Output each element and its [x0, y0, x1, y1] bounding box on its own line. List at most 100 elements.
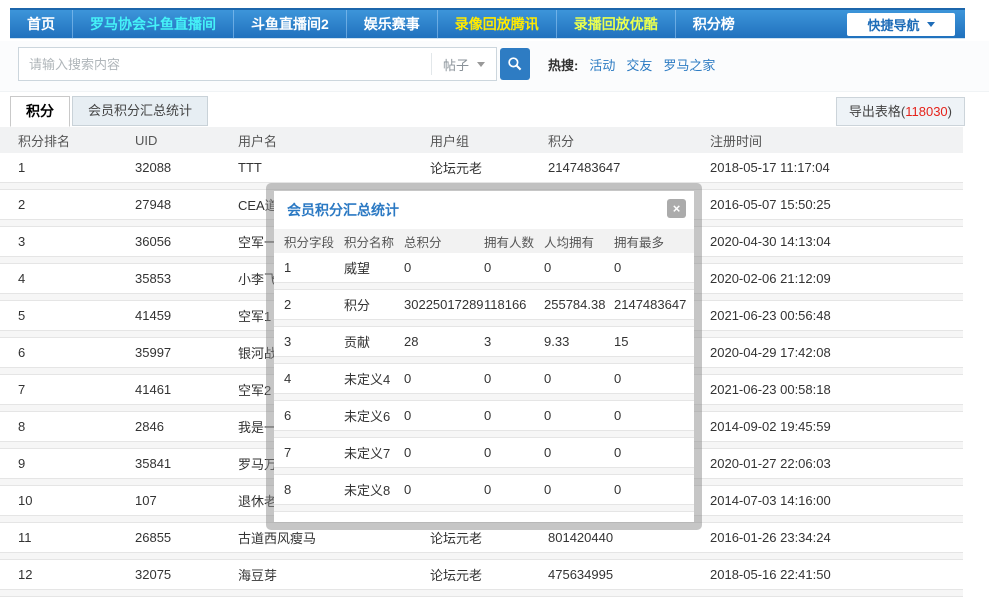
header-regtime: 注册时间 — [710, 131, 963, 150]
mcell-average: 9.33 — [544, 334, 614, 349]
cell-rank: 9 — [18, 456, 135, 471]
tab-points[interactable]: 积分 — [10, 96, 70, 127]
cell-rank: 3 — [18, 234, 135, 249]
cell-regtime: 2014-07-03 14:16:00 — [710, 493, 963, 508]
mcell-name: 积分 — [344, 295, 404, 314]
nav-item[interactable]: 积分榜 — [675, 10, 752, 39]
cell-uid: 26855 — [135, 530, 238, 545]
modal-dialog: 会员积分汇总统计 × 积分字段 积分名称 总积分 拥有人数 人均拥有 拥有最多 … — [274, 191, 694, 522]
mcell-name: 贡献 — [344, 332, 404, 351]
modal-table-row: 2 积分 30225017289 118166 255784.38 214748… — [274, 290, 694, 319]
cell-points: 801420440 — [548, 530, 710, 545]
cell-username[interactable]: 古道西风瘦马 — [238, 528, 430, 547]
hot-search: 热搜: 活动交友罗马之家 — [548, 55, 715, 74]
export-label-suffix: ) — [948, 104, 952, 119]
modal-close-button[interactable]: × — [667, 199, 686, 218]
cell-regtime: 2016-01-26 23:34:24 — [710, 530, 963, 545]
cell-rank: 8 — [18, 419, 135, 434]
modal-row-separator — [274, 393, 694, 401]
mcell-field: 8 — [284, 482, 344, 497]
cell-rank: 2 — [18, 197, 135, 212]
cell-regtime: 2020-02-06 21:12:09 — [710, 271, 963, 286]
mcell-average: 0 — [544, 408, 614, 423]
cell-regtime: 2014-09-02 19:45:59 — [710, 419, 963, 434]
mcell-average: 0 — [544, 371, 614, 386]
chevron-down-icon — [477, 62, 485, 67]
modal-table-row: 4 未定义4 0 0 0 0 — [274, 364, 694, 393]
mcell-field: 3 — [284, 334, 344, 349]
tab-member-points-summary[interactable]: 会员积分汇总统计 — [72, 96, 208, 126]
mcell-max: 2147483647 — [614, 297, 694, 312]
cell-regtime: 2020-04-30 14:13:04 — [710, 234, 963, 249]
search-input[interactable] — [19, 49, 431, 79]
mcell-name: 未定义6 — [344, 406, 404, 425]
quick-nav-label: 快捷导航 — [867, 15, 919, 34]
cell-uid: 2846 — [135, 419, 238, 434]
cell-regtime: 2018-05-16 22:41:50 — [710, 567, 963, 582]
modal-table-row: 3 贡献 28 3 9.33 15 — [274, 327, 694, 356]
chevron-down-icon — [927, 22, 935, 27]
cell-uid: 36056 — [135, 234, 238, 249]
mcell-field: 1 — [284, 260, 344, 275]
mcell-average: 0 — [544, 260, 614, 275]
hot-search-label: 热搜: — [548, 55, 578, 74]
modal-title: 会员积分汇总统计 — [274, 191, 694, 229]
nav-item[interactable]: 斗鱼直播间2 — [233, 10, 346, 39]
nav-item[interactable]: 录像回放腾讯 — [437, 10, 556, 39]
export-table-button[interactable]: 导出表格(118030) — [836, 97, 965, 126]
search-box: 帖子 — [18, 47, 497, 81]
hot-search-link[interactable]: 罗马之家 — [663, 55, 715, 74]
tabs-row: 积分 会员积分汇总统计 导出表格(118030) — [10, 96, 965, 126]
mcell-name: 未定义7 — [344, 443, 404, 462]
table-header-row: 积分排名 UID 用户名 用户组 积分 注册时间 — [0, 127, 963, 153]
cell-uid: 32088 — [135, 160, 238, 175]
modal-row-separator — [274, 356, 694, 364]
quick-nav-button[interactable]: 快捷导航 — [847, 13, 955, 36]
cell-points: 475634995 — [548, 567, 710, 582]
cell-uid: 32075 — [135, 567, 238, 582]
mcell-name: 未定义8 — [344, 480, 404, 499]
mcell-max: 0 — [614, 445, 694, 460]
hot-search-link[interactable]: 活动 — [589, 55, 615, 74]
cell-regtime: 2020-04-29 17:42:08 — [710, 345, 963, 360]
mcell-field: 6 — [284, 408, 344, 423]
nav-items: 首页罗马协会斗鱼直播间斗鱼直播间2娱乐赛事录像回放腾讯录播回放优酷积分榜 — [10, 10, 752, 38]
export-label-prefix: 导出表格( — [849, 104, 905, 119]
header-uid: UID — [135, 133, 238, 148]
nav-item[interactable]: 录播回放优酷 — [556, 10, 675, 39]
mcell-total: 0 — [404, 482, 484, 497]
mheader-field: 积分字段 — [284, 232, 344, 251]
nav-item[interactable]: 首页 — [10, 10, 72, 39]
search-area: 帖子 热搜: 活动交友罗马之家 — [18, 47, 715, 81]
cell-regtime: 2016-05-07 15:50:25 — [710, 197, 963, 212]
mheader-max: 拥有最多 — [614, 232, 694, 251]
cell-rank: 12 — [18, 567, 135, 582]
search-icon — [507, 56, 523, 72]
points-leaderboard-page: { "nav": { "items": [ {"label": "首页", "c… — [0, 0, 989, 597]
mcell-average: 255784.38 — [544, 297, 614, 312]
cell-username[interactable]: 海豆芽 — [238, 565, 430, 584]
cell-rank: 11 — [18, 530, 135, 545]
mcell-max: 0 — [614, 371, 694, 386]
mheader-average: 人均拥有 — [544, 232, 614, 251]
hot-search-link[interactable]: 交友 — [626, 55, 652, 74]
cell-uid: 35853 — [135, 271, 238, 286]
mcell-holders: 0 — [484, 371, 544, 386]
nav-item[interactable]: 罗马协会斗鱼直播间 — [72, 10, 233, 39]
mcell-total: 0 — [404, 371, 484, 386]
mcell-total: 0 — [404, 408, 484, 423]
header-username: 用户名 — [238, 131, 430, 150]
cell-username[interactable]: TTT — [238, 160, 430, 175]
cell-uid: 27948 — [135, 197, 238, 212]
search-type-select[interactable]: 帖子 — [431, 53, 496, 75]
cell-regtime: 2021-06-23 00:58:18 — [710, 382, 963, 397]
cell-uid: 35841 — [135, 456, 238, 471]
cell-rank: 6 — [18, 345, 135, 360]
mcell-max: 0 — [614, 260, 694, 275]
modal-table-row: 6 未定义6 0 0 0 0 — [274, 401, 694, 430]
mheader-holders: 拥有人数 — [484, 232, 544, 251]
nav-item[interactable]: 娱乐赛事 — [346, 10, 437, 39]
search-button[interactable] — [500, 48, 530, 80]
mcell-field: 2 — [284, 297, 344, 312]
member-points-summary-modal: 会员积分汇总统计 × 积分字段 积分名称 总积分 拥有人数 人均拥有 拥有最多 … — [266, 183, 702, 530]
